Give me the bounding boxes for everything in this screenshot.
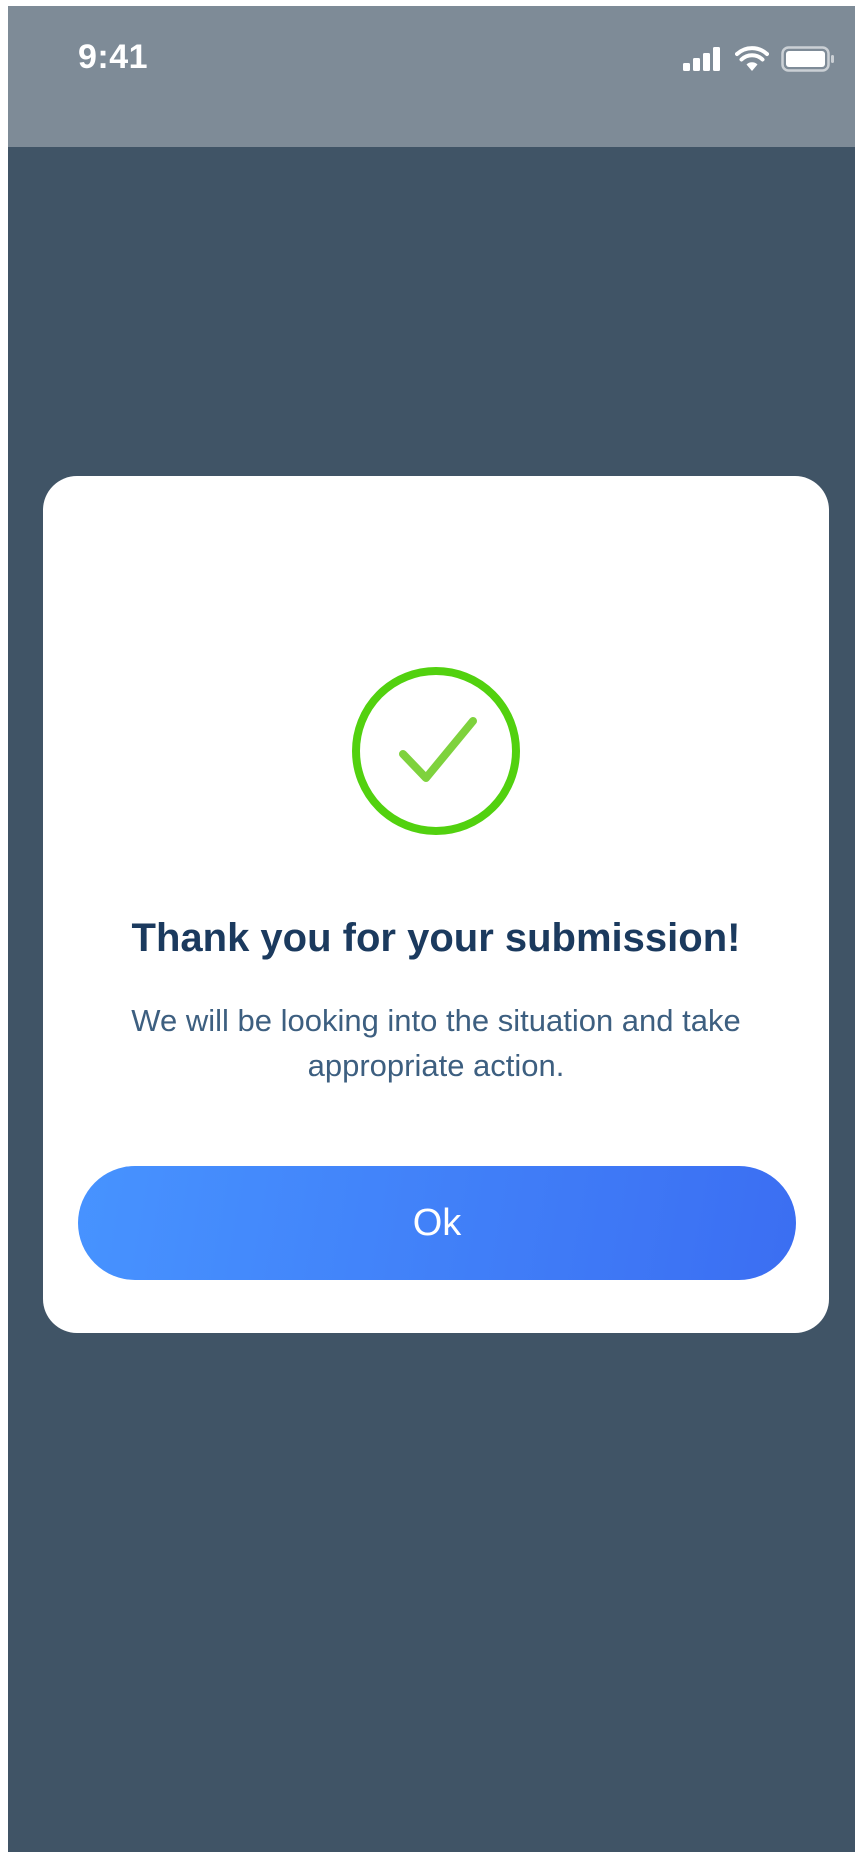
app-screen: 9:41 Thank you for your submission! We w…: [8, 6, 855, 1852]
dialog-message: We will be looking into the situation an…: [131, 1003, 741, 1083]
wifi-icon: [735, 46, 769, 71]
submission-success-dialog: Thank you for your submission! We will b…: [43, 476, 829, 1333]
dialog-title: Thank you for your submission!: [131, 916, 741, 960]
status-time: 9:41: [78, 38, 149, 76]
battery-icon: [781, 46, 834, 72]
status-bar: 9:41: [8, 6, 855, 147]
ok-button[interactable]: Ok: [78, 1166, 796, 1280]
check-circle-icon: [352, 667, 520, 835]
signal-icon: [683, 47, 720, 71]
status-icons: [683, 44, 835, 74]
